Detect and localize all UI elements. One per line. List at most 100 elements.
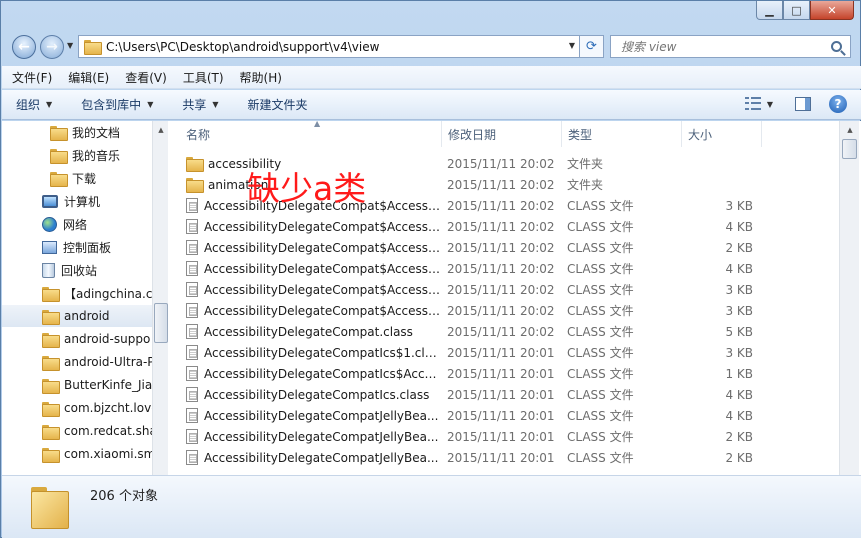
nav-item[interactable]: 控制面板	[2, 236, 152, 258]
include-in-library-label: 包含到库中	[81, 98, 142, 112]
file-row[interactable]: AccessibilityDelegateCompatIcs$1.cla... 2…	[172, 342, 839, 363]
close-button[interactable]: ✕	[810, 1, 854, 20]
chevron-down-icon[interactable]: ▼	[767, 100, 773, 109]
search-input[interactable]	[621, 39, 811, 54]
file-type: CLASS 文件	[567, 262, 634, 276]
folder-icon	[50, 148, 68, 164]
nav-scrollbar[interactable]: ▲	[152, 121, 168, 475]
scroll-up-icon[interactable]: ▲	[153, 123, 169, 137]
file-date: 2015/11/11 20:01	[447, 450, 555, 465]
chevron-down-icon: ▼	[212, 100, 219, 109]
view-options-icon[interactable]	[744, 97, 761, 111]
file-type: CLASS 文件	[567, 451, 634, 465]
nav-item[interactable]: 下载	[2, 167, 152, 189]
file-scrollbar[interactable]: ▲	[839, 121, 859, 475]
menu-tools[interactable]: 工具(T)	[183, 69, 224, 86]
nav-item[interactable]: com.xiaomi.sma	[2, 443, 152, 465]
folder-icon	[186, 178, 204, 193]
file-name: AccessibilityDelegateCompat$Accessi...	[204, 240, 441, 255]
file-scroll-thumb[interactable]	[842, 139, 857, 159]
nav-scroll-thumb[interactable]	[154, 303, 168, 343]
column-size[interactable]: 大小	[682, 121, 762, 147]
file-type: CLASS 文件	[567, 409, 634, 423]
preview-pane-icon[interactable]	[795, 97, 811, 111]
folder-icon	[42, 424, 60, 440]
maximize-button[interactable]: □	[783, 1, 810, 20]
menu-edit[interactable]: 编辑(E)	[68, 69, 109, 86]
file-date: 2015/11/11 20:01	[447, 387, 555, 402]
minimize-button[interactable]: ▁	[756, 1, 783, 20]
nav-item[interactable]: ButterKinfe_Jia	[2, 374, 152, 396]
new-folder-button[interactable]: 新建文件夹	[248, 96, 308, 113]
nav-item[interactable]: 计算机	[2, 190, 152, 212]
back-button[interactable]: ←	[12, 35, 36, 59]
file-row[interactable]: AccessibilityDelegateCompat$Accessi... 20…	[172, 279, 839, 300]
file-row[interactable]: AccessibilityDelegateCompatJellyBea... 20…	[172, 426, 839, 447]
nav-item[interactable]: 网络	[2, 213, 152, 235]
organize-button[interactable]: 组织 ▼	[16, 96, 52, 113]
file-type: CLASS 文件	[567, 199, 634, 213]
file-size: 2 KB	[725, 429, 753, 444]
chevron-down-icon[interactable]: ▼	[569, 41, 575, 50]
nav-item-label: 我的音乐	[72, 148, 121, 163]
forward-button[interactable]: →	[40, 35, 64, 59]
nav-item-label: com.xiaomi.sma	[64, 447, 152, 461]
file-date: 2015/11/11 20:01	[447, 366, 555, 381]
address-bar[interactable]: C:\Users\PC\Desktop\android\support\v4\v…	[78, 35, 580, 58]
menu-view[interactable]: 查看(V)	[125, 69, 167, 86]
share-button[interactable]: 共享 ▼	[182, 96, 218, 113]
file-row[interactable]: AccessibilityDelegateCompatIcs$Acce... 20…	[172, 363, 839, 384]
file-size: 1 KB	[725, 366, 753, 381]
file-row[interactable]: AccessibilityDelegateCompatJellyBea... 20…	[172, 405, 839, 426]
nav-item[interactable]: com.redcat.sha	[2, 420, 152, 442]
search-box[interactable]	[610, 35, 851, 58]
include-in-library-button[interactable]: 包含到库中 ▼	[81, 96, 153, 113]
arrow-left-icon: ←	[18, 39, 30, 55]
file-size: 4 KB	[725, 219, 753, 234]
scroll-up-icon[interactable]: ▲	[842, 123, 858, 137]
file-row[interactable]: AccessibilityDelegateCompat$Accessi... 20…	[172, 237, 839, 258]
recent-pages-dropdown[interactable]: ▼	[67, 41, 73, 50]
class-file-icon	[186, 198, 198, 213]
nav-item[interactable]: 回收站	[2, 259, 152, 281]
column-date[interactable]: 修改日期	[442, 121, 562, 147]
nav-item[interactable]: 我的文档	[2, 121, 152, 143]
file-row[interactable]: AccessibilityDelegateCompat$Accessi... 20…	[172, 258, 839, 279]
nav-item[interactable]: android-suppo	[2, 328, 152, 350]
nav-item[interactable]: com.bjzcht.love	[2, 397, 152, 419]
class-file-icon	[186, 408, 198, 423]
item-count: 206 个对象	[90, 489, 158, 504]
column-name[interactable]: 名称 ▲	[180, 121, 442, 147]
folder-icon	[42, 309, 60, 325]
class-file-icon	[186, 324, 198, 339]
search-icon[interactable]	[831, 41, 842, 52]
annotation-text: 缺少a类	[247, 169, 367, 208]
file-type: CLASS 文件	[567, 241, 634, 255]
file-row[interactable]: AccessibilityDelegateCompat.class 2015/11…	[172, 321, 839, 342]
file-name-cell: AccessibilityDelegateCompat$Accessi...	[186, 216, 441, 237]
nav-item[interactable]: android-Ultra-P	[2, 351, 152, 373]
class-file-icon	[186, 345, 198, 360]
menu-help[interactable]: 帮助(H)	[240, 69, 282, 86]
file-type: 文件夹	[567, 178, 604, 192]
help-icon[interactable]: ?	[829, 95, 847, 113]
folder-icon	[42, 355, 60, 371]
nav-item[interactable]: 我的音乐	[2, 144, 152, 166]
file-row[interactable]: AccessibilityDelegateCompat$Accessi... 20…	[172, 216, 839, 237]
file-date: 2015/11/11 20:02	[447, 198, 555, 213]
file-type: CLASS 文件	[567, 367, 634, 381]
file-type: CLASS 文件	[567, 283, 634, 297]
refresh-button[interactable]: ⟳	[580, 35, 604, 58]
file-name: AccessibilityDelegateCompatJellyBea...	[204, 450, 439, 465]
nav-item-label: 我的文档	[72, 125, 121, 140]
menu-file[interactable]: 文件(F)	[12, 69, 52, 86]
file-row[interactable]: AccessibilityDelegateCompat$Accessi... 20…	[172, 300, 839, 321]
arrow-right-icon: →	[46, 39, 58, 55]
nav-item[interactable]: android	[2, 305, 152, 327]
file-row[interactable]: AccessibilityDelegateCompatIcs.class 2015…	[172, 384, 839, 405]
file-name: AccessibilityDelegateCompatJellyBea...	[204, 429, 439, 444]
nav-item[interactable]: 【adingchina.cc	[2, 282, 152, 304]
file-row[interactable]: AccessibilityDelegateCompatJellyBea... 20…	[172, 447, 839, 468]
nav-item-label: 【adingchina.cc	[64, 286, 152, 301]
column-type[interactable]: 类型	[562, 121, 682, 147]
